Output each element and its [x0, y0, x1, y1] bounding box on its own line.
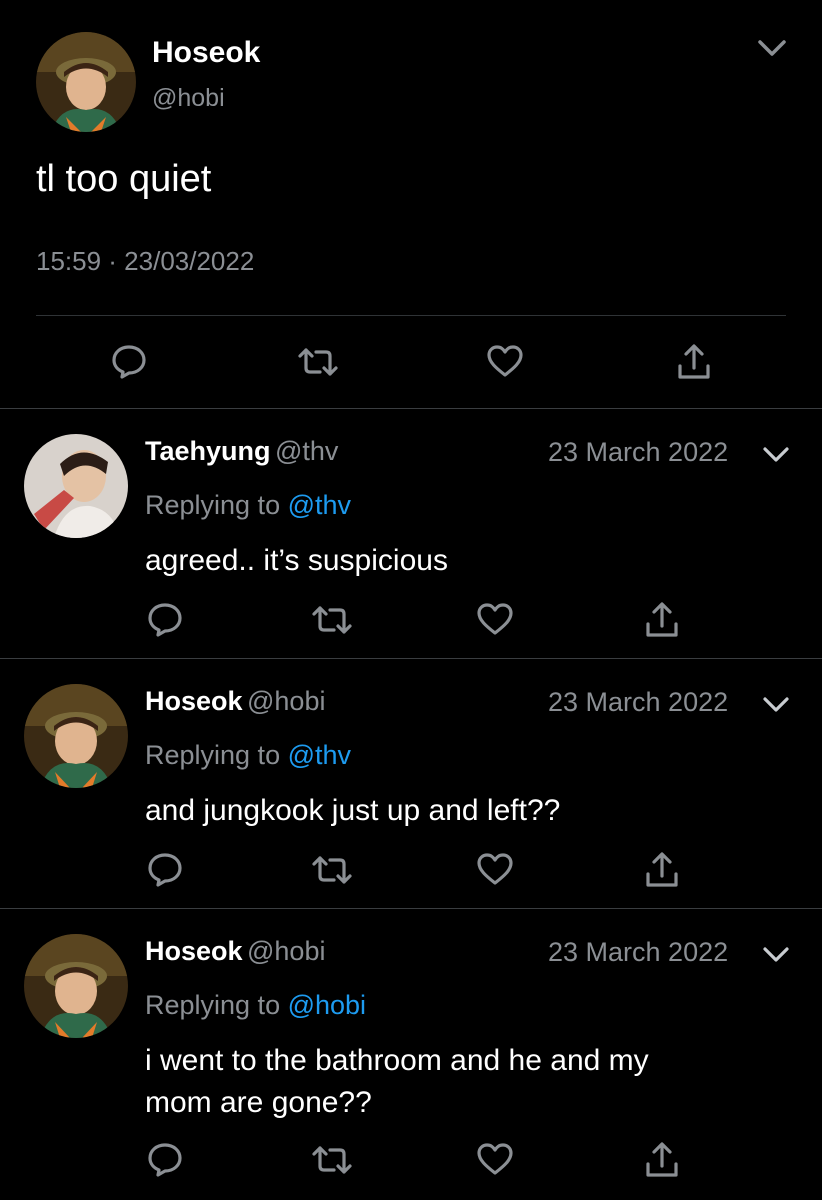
reply-author-name[interactable]: Taehyung	[145, 436, 271, 466]
reply-icon[interactable]	[146, 600, 184, 638]
main-avatar[interactable]	[36, 32, 136, 132]
reply-author-handle[interactable]: @thv	[275, 436, 338, 466]
reply-header: Taehyung @thv	[145, 436, 338, 467]
chevron-down-icon[interactable]	[762, 945, 790, 965]
mention-link[interactable]: @thv	[288, 490, 351, 520]
retweet-icon[interactable]	[310, 852, 354, 888]
like-icon[interactable]	[476, 852, 514, 886]
reply-text-line-2: mom are gone??	[145, 1086, 372, 1119]
replying-to: Replying to @hobi	[145, 990, 366, 1021]
reply-header: Hoseok @hobi	[145, 686, 325, 717]
chevron-down-icon[interactable]	[762, 695, 790, 715]
reply-avatar[interactable]	[24, 684, 128, 788]
divider	[0, 908, 822, 909]
retweet-icon[interactable]	[310, 1142, 354, 1178]
share-icon[interactable]	[644, 850, 680, 890]
replying-to: Replying to @thv	[145, 490, 351, 521]
replying-to-label: Replying to	[145, 990, 288, 1020]
reply-header: Hoseok @hobi	[145, 936, 325, 967]
reply-author-name[interactable]: Hoseok	[145, 686, 243, 716]
replying-to-label: Replying to	[145, 740, 288, 770]
reply-text: agreed.. it’s suspicious	[145, 544, 448, 577]
main-tweet-timestamp[interactable]: 15:59 · 23/03/2022	[36, 246, 254, 277]
divider	[36, 315, 786, 316]
like-icon[interactable]	[476, 602, 514, 636]
main-author-handle[interactable]: @hobi	[152, 84, 225, 113]
reply-author-handle[interactable]: @hobi	[247, 686, 325, 716]
mention-link[interactable]: @thv	[288, 740, 351, 770]
main-tweet-text: tl too quiet	[36, 158, 212, 200]
reply-author-name[interactable]: Hoseok	[145, 936, 243, 966]
reply-date[interactable]: 23 March 2022	[548, 937, 728, 968]
mention-link[interactable]: @hobi	[288, 990, 366, 1020]
replying-to: Replying to @thv	[145, 740, 351, 771]
reply-icon[interactable]	[110, 342, 148, 380]
reply-author-handle[interactable]: @hobi	[247, 936, 325, 966]
chevron-down-icon[interactable]	[756, 36, 788, 60]
reply-text-line-1: i went to the bathroom and he and my	[145, 1044, 649, 1077]
share-icon[interactable]	[676, 342, 712, 382]
divider	[0, 408, 822, 409]
reply-icon[interactable]	[146, 1140, 184, 1178]
retweet-icon[interactable]	[310, 602, 354, 638]
reply-date[interactable]: 23 March 2022	[548, 687, 728, 718]
replying-to-label: Replying to	[145, 490, 288, 520]
like-icon[interactable]	[476, 1142, 514, 1176]
share-icon[interactable]	[644, 1140, 680, 1180]
share-icon[interactable]	[644, 600, 680, 640]
chevron-down-icon[interactable]	[762, 445, 790, 465]
reply-text: and jungkook just up and left??	[145, 794, 561, 827]
divider	[0, 658, 822, 659]
reply-avatar[interactable]	[24, 434, 128, 538]
reply-date[interactable]: 23 March 2022	[548, 437, 728, 468]
reply-avatar[interactable]	[24, 934, 128, 1038]
reply-icon[interactable]	[146, 850, 184, 888]
main-author-name[interactable]: Hoseok	[152, 36, 260, 70]
retweet-icon[interactable]	[296, 344, 340, 380]
like-icon[interactable]	[486, 344, 524, 378]
